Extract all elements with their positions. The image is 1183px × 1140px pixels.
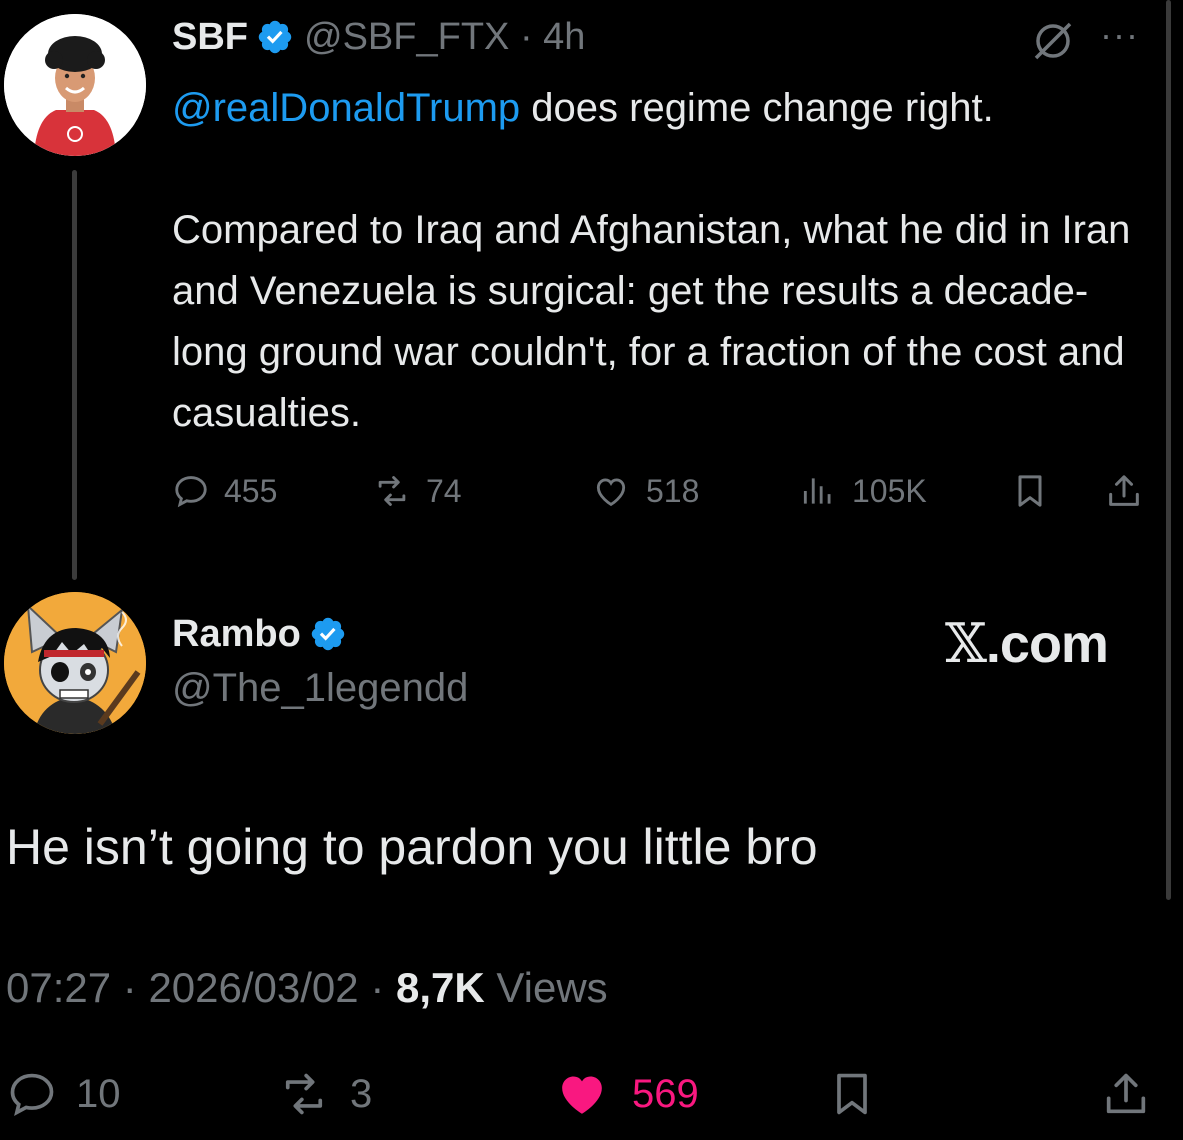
- like-icon: [596, 478, 626, 507]
- bookmark-icon: [837, 1073, 867, 1115]
- tweet-meta: 07:27 · 2026/03/02 · 8,7K Views: [6, 964, 608, 1011]
- thread-connector-line: [72, 170, 77, 580]
- like-button[interactable]: 518: [590, 466, 699, 516]
- share-button[interactable]: [1100, 1064, 1170, 1124]
- views-label: Views: [496, 964, 608, 1011]
- reply-tweet-header: Rambo: [172, 606, 347, 662]
- like-button[interactable]: 569: [550, 1064, 699, 1124]
- parent-tweet-header: SBF @SBF_FTX · 4h: [172, 12, 585, 62]
- share-button[interactable]: [1104, 466, 1158, 516]
- bookmark-icon: [1018, 475, 1042, 507]
- sbf-avatar[interactable]: [4, 14, 146, 156]
- scrollbar[interactable]: [1166, 0, 1171, 900]
- author-handle[interactable]: @SBF_FTX · 4h: [304, 16, 585, 59]
- verified-badge-icon: [311, 617, 345, 651]
- repost-icon: [285, 1073, 323, 1115]
- author-name[interactable]: Rambo: [172, 613, 301, 656]
- views-count: 8,7K: [395, 964, 485, 1011]
- reply-button[interactable]: 455: [172, 466, 277, 516]
- bookmark-button[interactable]: [826, 1064, 896, 1124]
- author-handle[interactable]: @The_1legendd: [172, 666, 468, 711]
- reply-button[interactable]: 10: [6, 1064, 121, 1124]
- parent-tweet-actions: 455 74 518 105K: [172, 466, 1162, 516]
- bookmark-button[interactable]: [1010, 466, 1064, 516]
- more-icon[interactable]: ···: [1100, 17, 1139, 53]
- author-name[interactable]: SBF: [172, 16, 248, 59]
- rambo-avatar[interactable]: [4, 592, 146, 734]
- reply-icon: [175, 476, 207, 508]
- x-com-watermark: 𝕏.com: [945, 612, 1109, 675]
- like-icon: [562, 1076, 602, 1114]
- share-icon: [1106, 1073, 1146, 1114]
- tweet-time[interactable]: 4h: [543, 16, 585, 58]
- share-icon: [1109, 475, 1139, 506]
- tweet-date[interactable]: 2026/03/02: [148, 964, 358, 1011]
- post-screenshot: SBF @SBF_FTX · 4h ··· @realDonaldTrump d…: [0, 0, 1183, 1140]
- repost-button[interactable]: 3: [276, 1064, 372, 1124]
- views-button[interactable]: 105K: [798, 466, 927, 516]
- mention-link[interactable]: @realDonaldTrump: [172, 86, 520, 130]
- tweet-time[interactable]: 07:27: [6, 964, 111, 1011]
- reply-tweet-text: He isn’t going to pardon you little bro: [6, 819, 818, 875]
- parent-tweet-text: @realDonaldTrump does regime change righ…: [172, 78, 1162, 444]
- reply-icon: [10, 1073, 54, 1116]
- reply-tweet-actions: 10 3 569: [6, 1064, 1166, 1124]
- tweet-paragraph: Compared to Iraq and Afghanistan, what h…: [172, 208, 1131, 435]
- x-logo-icon: 𝕏: [945, 612, 987, 675]
- views-icon: [803, 478, 831, 504]
- repost-icon: [378, 476, 406, 506]
- verified-badge-icon: [258, 20, 292, 54]
- repost-button[interactable]: 74: [372, 466, 462, 516]
- grok-icon[interactable]: [1030, 18, 1076, 64]
